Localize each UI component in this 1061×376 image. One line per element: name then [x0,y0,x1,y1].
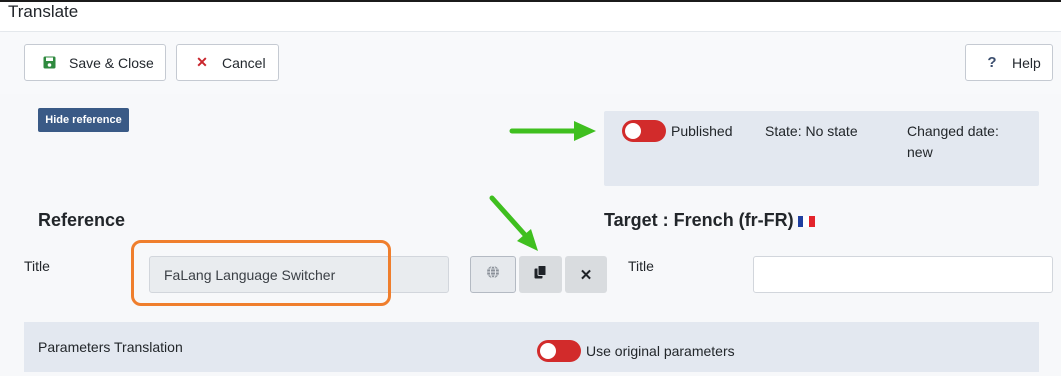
arrow-annotation-icons [489,121,596,251]
green-arrow-icon [489,195,538,251]
green-arrow-icon [509,121,596,141]
